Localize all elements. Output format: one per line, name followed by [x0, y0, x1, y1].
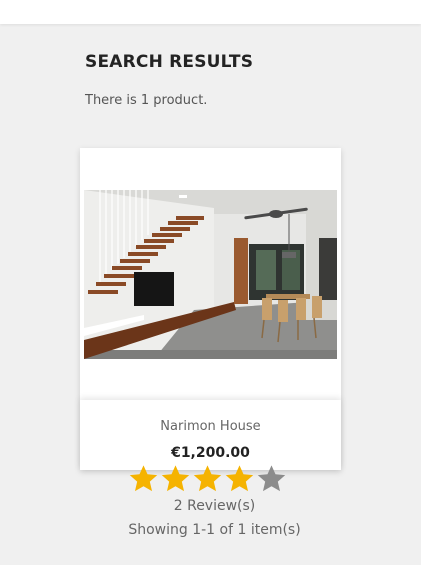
- product-card[interactable]: Narimon House €1,200.00: [80, 148, 341, 470]
- star-filled-icon: [129, 465, 158, 492]
- star-filled-icon: [193, 465, 222, 492]
- pagination-summary-text: Showing 1-1 of 1 item(s): [128, 522, 301, 538]
- star-empty-icon: [257, 465, 286, 492]
- result-count: There is 1 product.: [85, 93, 208, 108]
- page-title: SEARCH RESULTS: [85, 52, 254, 72]
- star-rating: [128, 463, 287, 497]
- review-count-text: 2 Review(s): [173, 498, 256, 514]
- star-filled-icon: [225, 465, 254, 492]
- product-name-link[interactable]: Narimon House: [80, 419, 341, 434]
- product-price: €1,200.00: [171, 445, 250, 461]
- top-bar: [0, 0, 421, 24]
- review-count: 2 Review(s): [0, 498, 421, 514]
- star-filled-icon: [161, 465, 190, 492]
- pagination-summary: Showing 1-1 of 1 item(s): [0, 522, 421, 538]
- product-info: Narimon House €1,200.00: [80, 400, 341, 470]
- product-image[interactable]: [84, 190, 337, 359]
